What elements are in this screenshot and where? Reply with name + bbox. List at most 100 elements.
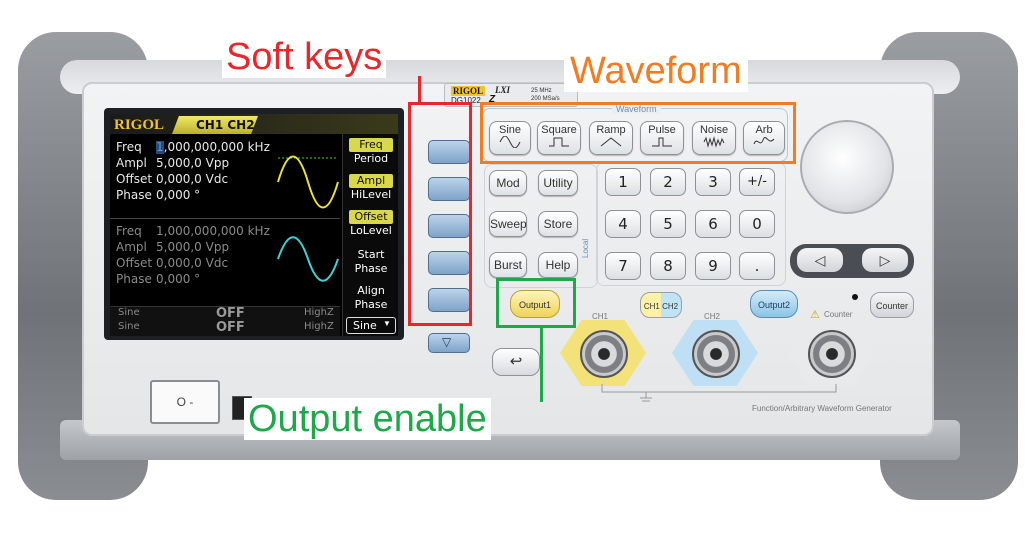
right-arrow-button[interactable]: ▷ [862,248,908,272]
soft-keys-highlight [408,102,472,326]
numpad-key-8[interactable]: 8 [650,252,686,280]
soft-keys-annotation: Soft keys [222,36,387,78]
softkey-label-4: Start Phase [346,248,396,276]
return-button[interactable]: ↩ [492,348,540,376]
ch1-offset-label: Offset [116,172,153,186]
triangle-down-icon: ▽ [442,335,452,349]
waveform-annotation: Waveform [564,50,748,92]
numpad-key-9[interactable]: 9 [695,252,731,280]
menu-down-button[interactable]: ▽ [428,333,470,353]
status-load2: HighZ [304,321,334,332]
softkey-label-1: Freq Period [346,138,396,166]
status-wave1: Sine [118,307,140,318]
ch2-freq-label: Freq [116,224,142,238]
ch2-ampl-value: 5,000,0 Vpp [156,240,230,254]
counter-bnc-connector[interactable] [808,330,856,378]
arrow-left-icon: ◁ [814,252,826,268]
softkey-label-4-bottom: Phase [354,262,388,275]
status-load1: HighZ [304,307,334,318]
softkey-label-2: Ampl HiLevel [346,174,396,202]
return-arrow-icon: ↩ [509,353,523,370]
rotary-knob[interactable] [800,120,894,214]
numpad-key-0[interactable]: 0 [739,210,775,238]
channel-tab-label: CH1 CH2 [196,118,255,132]
softkey-label-2-top: Ampl [349,174,393,188]
help-label: Help [545,258,571,272]
channel-switch-button[interactable]: CH1 CH2 [640,292,682,318]
numpad-key-2[interactable]: 2 [650,168,686,196]
ch2-connector-label: CH2 [704,312,721,321]
softkey-label-1-bottom: Period [353,152,389,165]
mod-button[interactable]: Mod [489,170,527,196]
screen-brand: RIGOL [114,117,165,133]
arrow-right-icon: ▷ [879,252,891,268]
numpad-key-5[interactable]: 5 [650,210,686,238]
mod-label: Mod [496,176,520,190]
help-button[interactable]: Help [538,252,578,278]
indicator-led [852,294,858,300]
ch1-ampl-value: 5,000,0 Vpp [156,156,230,170]
device-footer: Function/Arbitrary Waveform Generator [752,404,892,413]
burst-button[interactable]: Burst [489,252,527,278]
ch2-freq-value: 1,000,000,000 kHz [156,224,270,238]
sweep-label: Sweep [490,217,527,231]
softkey-label-5-bottom: Phase [354,298,388,311]
ch1-connector-label: CH1 [592,312,609,321]
ch2-waveform-preview [277,236,339,282]
ch1-phase-label: Phase [116,188,152,202]
ch1-freq-value: 1,000,000,000 kHz [156,140,270,154]
ground-bracket [601,384,837,402]
counter-label: Counter [824,310,853,319]
numpad-key-7[interactable]: 7 [605,252,641,280]
softkey-label-4-top: Start [357,248,385,261]
output2-label: Output2 [757,300,791,310]
channel-divider [110,218,340,219]
lcd-screen: RIGOL CH1 CH2 Freq 1,000,000,000 kHz Amp… [110,114,398,336]
softkey-label-1-top: Freq [349,138,393,152]
channel-switch-label: CH1 CH2 [643,302,679,311]
power-symbol: O - [176,395,194,409]
left-arrow-button[interactable]: ◁ [797,248,843,272]
utility-label: Utility [543,176,573,190]
output-enable-annotation: Output enable [244,398,491,440]
ch2-phase-value: 0,000 ° [156,272,201,286]
brand-logo: RIGOL [451,86,486,96]
ch1-freq-label: Freq [116,140,142,154]
wave-dropdown-value: Sine [353,319,377,332]
sweep-button[interactable]: Sweep [489,211,527,237]
softkey-label-3: Offset LoLevel [346,210,396,238]
store-label: Store [543,217,573,231]
numpad-key-4[interactable]: 4 [605,210,641,238]
lxi-logo: LXI [495,85,511,95]
utility-button[interactable]: Utility [538,170,578,196]
counter-button-label: Counter [875,301,909,311]
ch2-offset-label: Offset [116,256,153,270]
softkey-label-5-top: Align [357,284,385,297]
ch1-phase-value: 0,000 ° [156,188,201,202]
numpad-key-sign[interactable]: +/- [739,168,775,196]
softkey-label-2-bottom: HiLevel [350,188,392,201]
numpad-key-dot[interactable]: . [739,252,775,280]
ch2-bnc-connector[interactable] [692,330,740,378]
counter-button[interactable]: Counter [870,292,914,318]
power-switch[interactable]: O - [150,380,220,424]
store-button[interactable]: Store [538,211,578,237]
numpad-key-6[interactable]: 6 [695,210,731,238]
waveform-highlight [480,102,796,164]
burst-label: Burst [493,258,522,272]
chevron-down-icon: ▼ [383,319,391,328]
local-label: Local [581,238,590,258]
ch1-bnc-connector[interactable] [580,330,628,378]
ch1-offset-value: 0,000,0 Vdc [156,172,229,186]
ch2-ampl-label: Ampl [116,240,147,254]
softkey-label-5: Align Phase [346,284,396,312]
numpad-key-3[interactable]: 3 [695,168,731,196]
numpad-key-1[interactable]: 1 [605,168,641,196]
status-out1: OFF [216,306,245,321]
ch2-offset-value: 0,000,0 Vdc [156,256,229,270]
status-out2: OFF [216,320,245,335]
soft-keys-pointer [418,76,421,104]
output-enable-pointer [540,326,543,402]
output2-button[interactable]: Output2 [750,290,798,318]
softkey-label-3-top: Offset [349,210,393,224]
